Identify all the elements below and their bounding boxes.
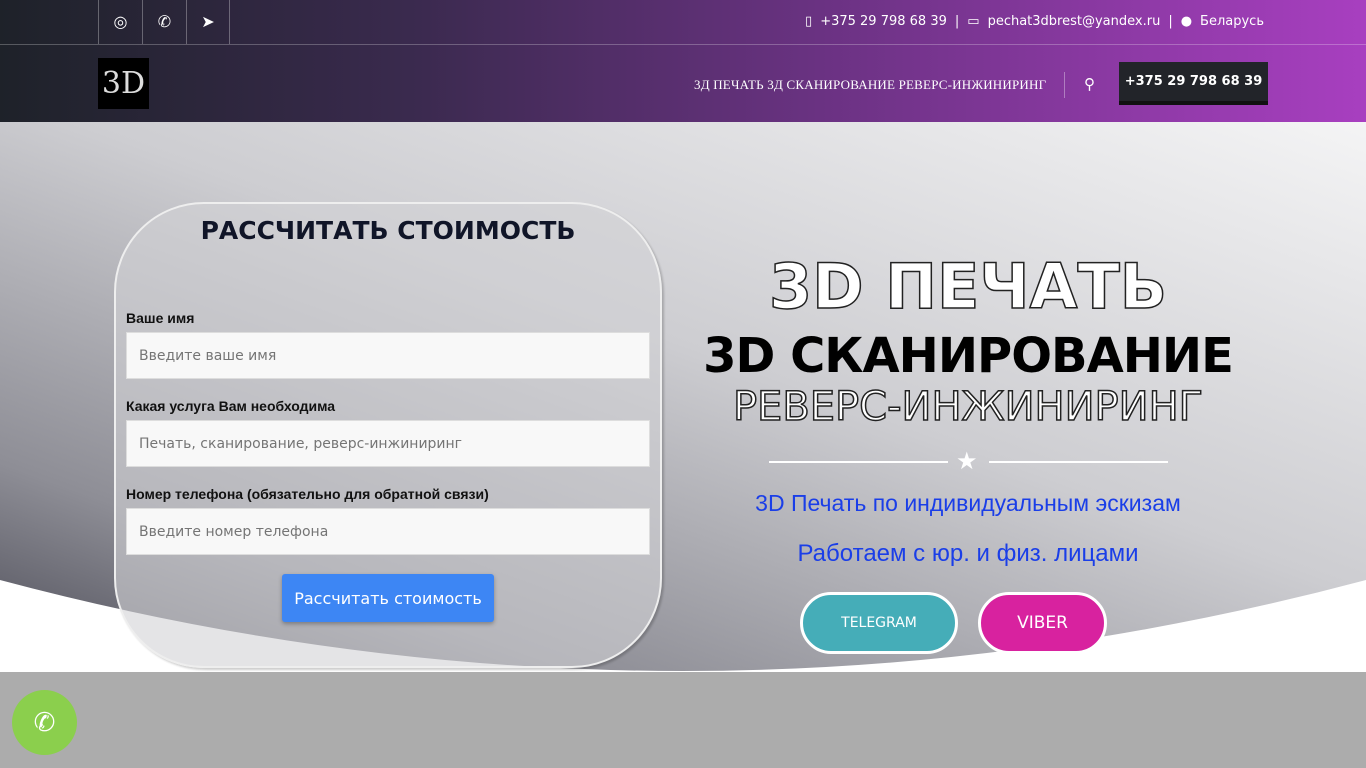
telegram-button[interactable]: TELEGRAM [800, 592, 958, 654]
nav-menu-item[interactable]: 3Д ПЕЧАТЬ 3Д СКАНИРОВАНИЕ РЕВЕРС-ИНЖИНИР… [694, 77, 1046, 93]
viber-button[interactable]: VIBER [978, 592, 1107, 654]
separator: | [1168, 14, 1173, 29]
calculate-button[interactable]: Рассчитать стоимость [282, 574, 494, 622]
search-icon[interactable]: ⚲ [1084, 75, 1095, 93]
quote-form: РАССЧИТАТЬ СТОИМОСТЬ Ваше имя Какая услу… [114, 202, 662, 668]
hero-title-reverse: РЕВЕРС-ИНЖИНИРИНГ [732, 383, 1204, 431]
mobile-icon: ▯ [805, 14, 813, 29]
star-icon: ★ [956, 448, 978, 475]
phone-input[interactable] [126, 508, 650, 555]
tagline-sketches: 3D Печать по индивидуальным эскизам [755, 490, 1181, 516]
separator: | [954, 14, 960, 29]
name-label: Ваше имя [126, 310, 195, 326]
viber-icon[interactable]: ✆ [142, 0, 186, 44]
comment-icon: ▭ [967, 14, 980, 29]
call-fab-phone-icon[interactable]: ✆ [12, 690, 77, 755]
telegram-icon[interactable]: ➤ [186, 0, 230, 44]
divider-line [989, 461, 1168, 463]
top-bar: ◎ ✆ ➤ ▯ +375 29 798 68 39 | ▭ pechat3dbres… [0, 0, 1366, 45]
tagline-clients: Работаем с юр. и физ. лицами [797, 540, 1139, 567]
logo-text: 3D [101, 66, 146, 101]
logo[interactable]: 3D [98, 58, 149, 109]
hero-title-print: 3D ПЕЧАТЬ [768, 249, 1168, 324]
service-input[interactable] [126, 420, 650, 467]
instagram-icon[interactable]: ◎ [98, 0, 142, 44]
hero-section: РАССЧИТАТЬ СТОИМОСТЬ Ваше имя Какая услу… [0, 122, 1366, 672]
divider-line [769, 461, 948, 463]
call-button[interactable]: +375 29 798 68 39 [1119, 62, 1268, 105]
form-title: РАССЧИТАТЬ СТОИМОСТЬ [200, 216, 576, 245]
phone-label: Номер телефона (обязательно для обратной… [126, 486, 489, 502]
hero-title-scan: 3D СКАНИРОВАНИЕ [703, 328, 1234, 384]
contacts: ▯ +375 29 798 68 39 | ▭ pechat3dbrest@yand… [805, 14, 1264, 29]
nav-divider [1064, 72, 1065, 98]
country: Беларусь [1200, 14, 1264, 29]
email-link[interactable]: pechat3dbrest@yandex.ru [988, 14, 1161, 29]
service-label: Какая услуга Вам необходима [126, 398, 336, 414]
site-header: ◎ ✆ ➤ ▯ +375 29 798 68 39 | ▭ pechat3dbres… [0, 0, 1366, 122]
top-phone-link[interactable]: +375 29 798 68 39 [820, 14, 947, 29]
name-input[interactable] [126, 332, 650, 379]
location-icon: ● [1180, 14, 1193, 29]
